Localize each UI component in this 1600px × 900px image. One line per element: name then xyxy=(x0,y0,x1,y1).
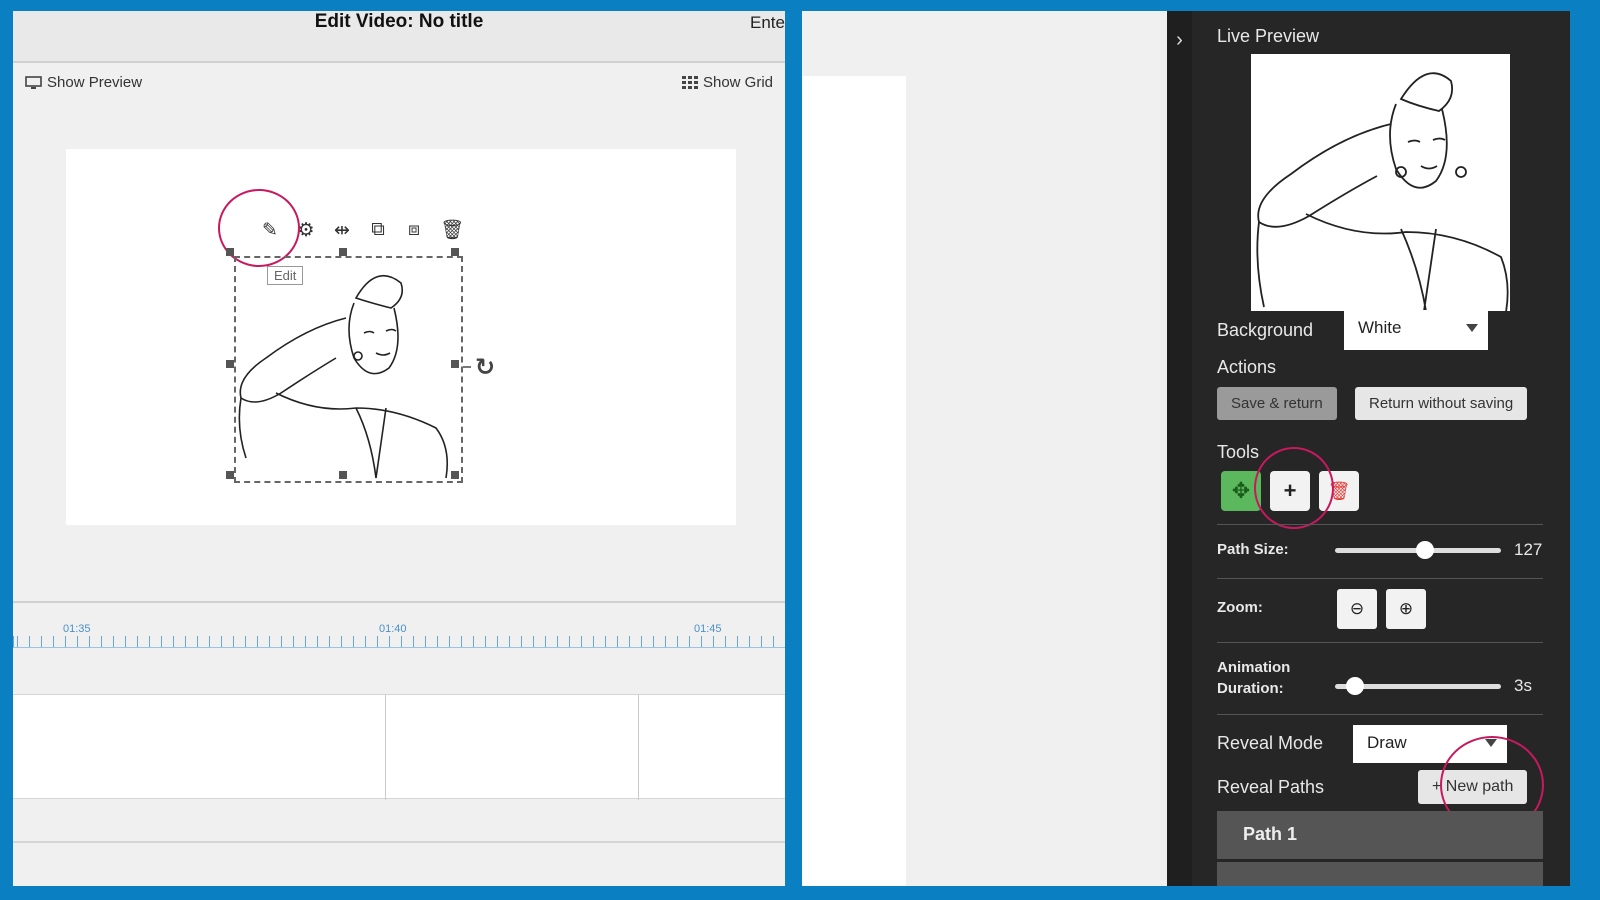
live-preview-title: Live Preview xyxy=(1217,26,1320,46)
divider xyxy=(13,841,785,843)
zoom-out-icon: ⊖ xyxy=(1349,599,1365,618)
background-select[interactable]: White xyxy=(1344,310,1488,350)
track-divider xyxy=(638,695,639,800)
reveal-mode-select-value: Draw xyxy=(1367,733,1407,752)
sidebar: Live Preview Background White Actions Sa… xyxy=(1192,11,1570,886)
editor-topbar: Edit Video: No title Ente xyxy=(13,11,785,63)
saluting-woman-sketch xyxy=(238,274,449,479)
grid-icon xyxy=(681,76,698,89)
resize-handle-br[interactable] xyxy=(451,471,459,479)
resize-handle-r[interactable] xyxy=(451,360,459,368)
rotate-icon[interactable]: ↻ xyxy=(475,353,495,382)
animation-duration-slider[interactable] xyxy=(1335,677,1501,695)
resize-handle-b[interactable] xyxy=(339,471,347,479)
timeline-baseline xyxy=(13,647,785,648)
canvas-strip xyxy=(802,76,906,886)
zoom-label: Zoom: xyxy=(1217,599,1263,616)
highlight-circle-add xyxy=(1254,447,1334,529)
return-without-saving-button[interactable]: Return without saving xyxy=(1355,387,1528,420)
resize-handle-bl[interactable] xyxy=(226,471,234,479)
saluting-woman-preview xyxy=(1256,72,1509,313)
divider xyxy=(1217,578,1543,579)
path-size-slider-knob[interactable] xyxy=(1416,541,1434,559)
path-list-item[interactable]: Path 1 xyxy=(1217,811,1543,859)
caret-down-icon xyxy=(1466,324,1478,332)
path-list-item-partial[interactable] xyxy=(1217,862,1543,886)
chevron-right-icon: › xyxy=(1176,29,1183,51)
page-title: Edit Video: No title xyxy=(314,11,484,32)
timeline-ruler[interactable]: 01:35 01:40 01:45 xyxy=(13,601,785,661)
divider xyxy=(1217,524,1543,525)
resize-handle-l[interactable] xyxy=(226,360,234,368)
save-return-button[interactable]: Save & return xyxy=(1217,387,1337,420)
path-size-value: 127 xyxy=(1514,540,1543,559)
divider xyxy=(1217,642,1543,643)
background-label: Background xyxy=(1217,320,1314,340)
track-divider xyxy=(385,695,386,800)
show-preview-button[interactable]: Show Preview xyxy=(25,74,142,91)
timeline-track[interactable] xyxy=(13,694,785,800)
selected-image[interactable] xyxy=(234,256,463,483)
resize-handle-tl[interactable] xyxy=(226,248,234,256)
show-grid-label: Show Grid xyxy=(702,74,773,91)
show-preview-label: Show Preview xyxy=(47,74,143,91)
tools-label: Tools xyxy=(1217,442,1260,462)
timeline-label: 01:40 xyxy=(379,623,407,635)
collapse-sidebar-button[interactable]: › xyxy=(1167,11,1192,69)
trash-icon[interactable]: 🗑 xyxy=(440,218,464,242)
timeline-label: 01:35 xyxy=(63,623,91,635)
timeline-label: 01:45 xyxy=(694,623,722,635)
divider xyxy=(1217,714,1543,715)
actions-label: Actions xyxy=(1217,357,1277,377)
flip-icon[interactable]: ⇹ xyxy=(332,219,352,242)
zoom-out-button[interactable]: ⊖ xyxy=(1337,589,1377,629)
monitor-icon xyxy=(25,75,42,89)
show-grid-button[interactable]: Show Grid xyxy=(681,74,773,91)
resize-handle-tr[interactable] xyxy=(451,248,459,256)
zoom-in-icon: ⊕ xyxy=(1398,599,1414,618)
animation-duration-value: 3s xyxy=(1514,676,1532,695)
reveal-paths-label: Reveal Paths xyxy=(1217,777,1325,797)
reveal-mode-label: Reveal Mode xyxy=(1217,733,1324,753)
zoom-in-button[interactable]: ⊕ xyxy=(1386,589,1426,629)
live-preview-image xyxy=(1251,54,1510,313)
path-size-label: Path Size: xyxy=(1217,541,1289,558)
animation-duration-slider-knob[interactable] xyxy=(1346,677,1364,695)
send-backward-icon[interactable]: ⧈ xyxy=(404,219,424,241)
path-size-slider[interactable] xyxy=(1335,541,1501,559)
bring-forward-icon[interactable]: ⧉ xyxy=(368,219,388,241)
editor-panel: Edit Video: No title Ente Show Preview S… xyxy=(13,11,785,886)
path-editor-panel: › Live Preview Background White Actions … xyxy=(802,11,1570,886)
background-select-value: White xyxy=(1358,318,1402,337)
resize-handle-t[interactable] xyxy=(339,248,347,256)
enter-text-partial[interactable]: Ente xyxy=(750,13,785,33)
move-icon: ✥ xyxy=(1231,478,1251,503)
animation-duration-label: Animation Duration: xyxy=(1217,659,1291,697)
rotate-connector xyxy=(463,366,471,368)
